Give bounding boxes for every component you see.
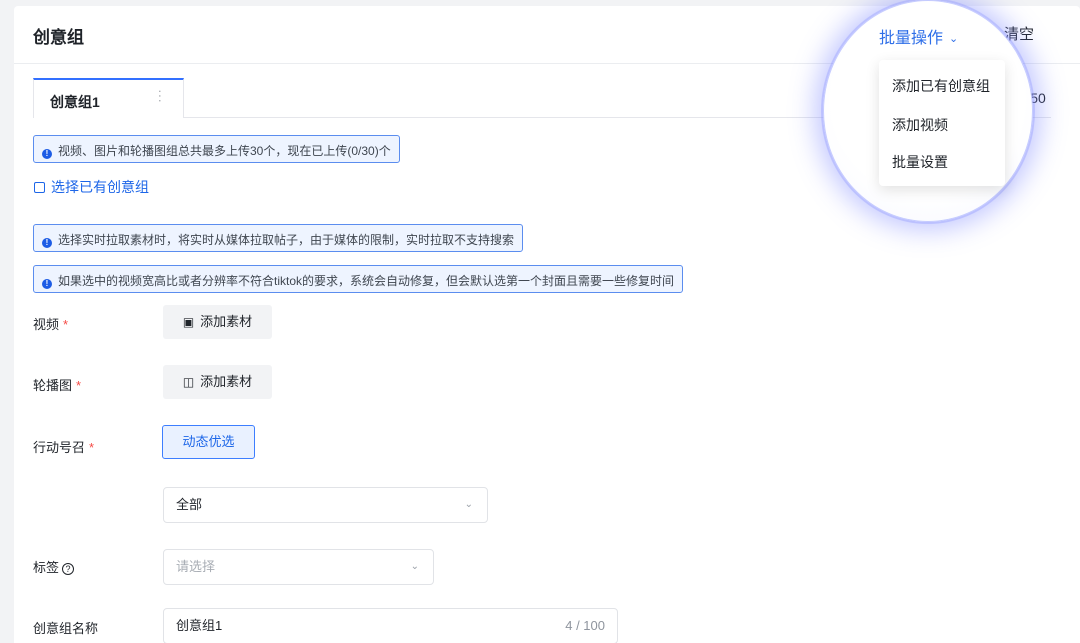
info-circle-icon: ! xyxy=(42,279,52,289)
page-title: 创意组 xyxy=(33,28,84,47)
video-icon: ▣ xyxy=(182,315,195,329)
chevron-down-icon: ⌄ xyxy=(949,33,959,45)
group-name-value: 创意组1 xyxy=(176,618,223,633)
copy-icon xyxy=(34,182,45,193)
help-icon[interactable]: ? xyxy=(62,563,75,575)
batch-operation-label: 批量操作 xyxy=(879,30,944,47)
cta-select-value: 全部 xyxy=(176,497,203,512)
select-existing-group-link[interactable]: 选择已有创意组 xyxy=(34,177,149,197)
required-mark: * xyxy=(76,378,82,393)
select-existing-label: 选择已有创意组 xyxy=(51,179,149,195)
group-name-label: 创意组名称 xyxy=(33,621,99,636)
notice-text: 视频、图片和轮播图组总共最多上传30个，现在已上传(0/30)个 xyxy=(58,144,391,158)
autofix-notice: ! 如果选中的视频宽高比或者分辨率不符合tiktok的要求，系统会自动修复，但会默… xyxy=(33,265,684,293)
menu-item-batch-settings[interactable]: 批量设置 xyxy=(892,152,948,172)
cta-label-text: 行动号召 xyxy=(33,440,86,455)
dynamic-optimize-button[interactable]: 动态优选 xyxy=(162,425,255,459)
carousel-label: 轮播图 * xyxy=(33,375,81,394)
char-counter: 4 / 100 xyxy=(565,618,605,633)
chevron-down-icon: ⌄ xyxy=(410,561,419,572)
batch-operation-menu: 添加已有创意组 添加视频 批量设置 xyxy=(879,60,1005,186)
carousel-icon: ◫ xyxy=(182,375,195,389)
tags-placeholder: 请选择 xyxy=(176,559,216,574)
realtime-notice: ! 选择实时拉取素材时，将实时从媒体拉取帖子，由于媒体的限制，实时拉取不支持搜索 xyxy=(33,224,524,252)
required-mark: * xyxy=(63,317,69,332)
tags-label: 标签? xyxy=(33,557,75,576)
group-name-input[interactable]: 创意组1 4 / 100 xyxy=(163,608,618,643)
button-label: 添加素材 xyxy=(200,314,253,329)
button-label: 添加素材 xyxy=(200,374,253,389)
info-circle-icon: ! xyxy=(42,238,52,248)
info-circle-icon: ! xyxy=(42,149,52,159)
carousel-label-text: 轮播图 xyxy=(33,378,73,393)
batch-operation-button[interactable]: 批量操作 ⌄ xyxy=(879,24,958,48)
notice-text: 如果选中的视频宽高比或者分辨率不符合tiktok的要求，系统会自动修复，但会默认… xyxy=(58,274,675,288)
cta-label: 行动号召 * xyxy=(33,437,94,456)
menu-item-add-existing-group[interactable]: 添加已有创意组 xyxy=(892,76,990,96)
tab-label: 创意组1 xyxy=(50,94,100,110)
more-vertical-icon[interactable]: ··· xyxy=(153,89,169,103)
chevron-down-icon: ⌄ xyxy=(464,499,473,510)
cta-select[interactable]: 全部 ⌄ xyxy=(163,487,488,523)
add-video-material-button[interactable]: ▣ 添加素材 xyxy=(163,305,272,339)
add-carousel-material-button[interactable]: ◫ 添加素材 xyxy=(163,365,272,399)
notice-text: 选择实时拉取素材时，将实时从媒体拉取帖子，由于媒体的限制，实时拉取不支持搜索 xyxy=(58,233,515,247)
tab-creative-group-1[interactable]: 创意组1 ··· xyxy=(33,78,184,118)
tags-label-text: 标签 xyxy=(33,560,60,575)
video-label-text: 视频 xyxy=(33,317,60,332)
video-label: 视频 * xyxy=(33,314,68,333)
upload-limit-notice: ! 视频、图片和轮播图组总共最多上传30个，现在已上传(0/30)个 xyxy=(33,135,400,163)
required-mark: * xyxy=(89,440,95,455)
tags-select[interactable]: 请选择 ⌄ xyxy=(163,549,434,585)
menu-item-add-video[interactable]: 添加视频 xyxy=(892,115,948,135)
